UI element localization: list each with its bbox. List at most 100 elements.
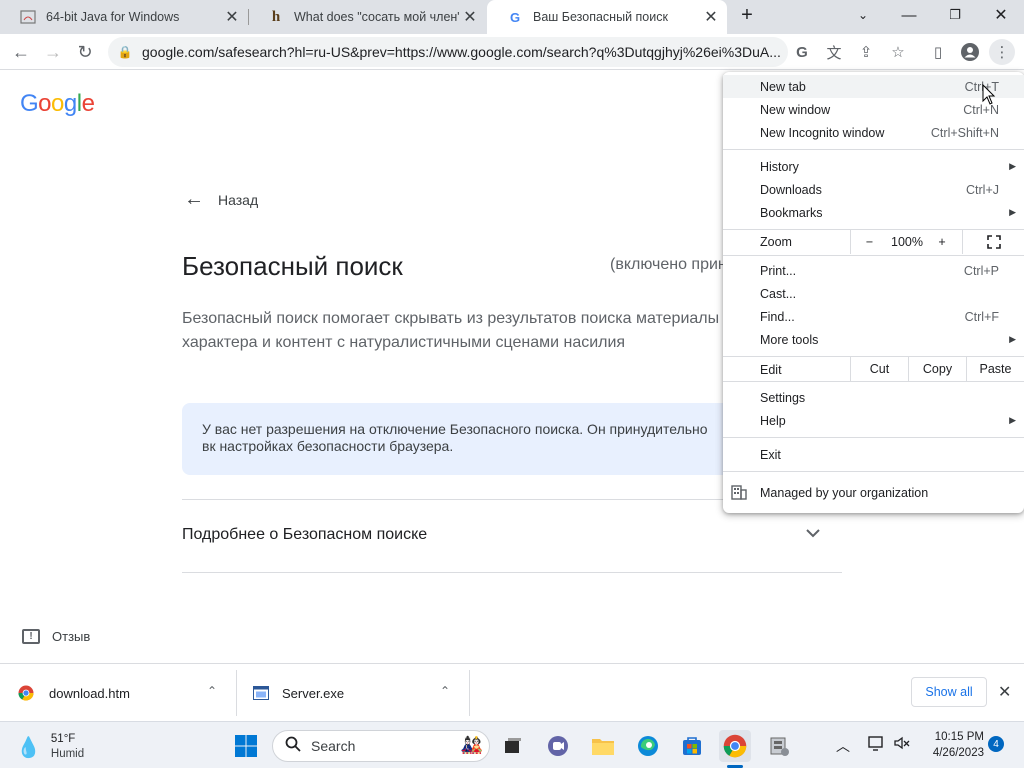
zoom-row: Zoom − 100% + bbox=[723, 230, 1024, 254]
show-all-button[interactable]: Show all bbox=[911, 677, 987, 707]
menu-item-cast[interactable]: Cast... bbox=[723, 282, 1024, 305]
menu-item-managed[interactable]: Managed by your organization bbox=[723, 481, 1024, 504]
submenu-arrow-icon: ▶ bbox=[1009, 334, 1016, 344]
download-divider bbox=[469, 670, 470, 716]
rain-drop-icon: 💧 bbox=[16, 736, 41, 759]
menu-label: Settings bbox=[760, 390, 806, 405]
menu-item-new-window[interactable]: New window Ctrl+N bbox=[723, 98, 1024, 121]
cut-label: Cut bbox=[869, 362, 890, 376]
teams-chat-icon[interactable] bbox=[542, 730, 574, 762]
task-view-icon[interactable] bbox=[497, 730, 529, 762]
kebab-menu-icon[interactable]: ⋮ bbox=[989, 39, 1015, 65]
zoom-value: 100% bbox=[891, 235, 923, 249]
menu-shortcut: Ctrl+Shift+N bbox=[930, 125, 999, 140]
close-tab-icon[interactable]: ✕ bbox=[460, 7, 480, 27]
address-bar[interactable]: 🔒 google.com/safesearch?hl=ru-US&prev=ht… bbox=[108, 37, 788, 67]
building-icon bbox=[731, 484, 747, 503]
arrow-left-icon: ← bbox=[184, 188, 204, 210]
fullscreen-button[interactable] bbox=[962, 230, 1024, 254]
menu-label: Print... bbox=[760, 263, 797, 278]
server-app-icon[interactable] bbox=[763, 730, 795, 762]
menu-item-find[interactable]: Find... Ctrl+F bbox=[723, 305, 1024, 328]
translate-icon[interactable]: 文 bbox=[821, 39, 847, 65]
chevron-up-icon[interactable]: ⌃ bbox=[440, 684, 450, 698]
feedback-link[interactable]: ! Отзыв bbox=[22, 629, 90, 644]
bookmark-star-icon[interactable]: ☆ bbox=[885, 39, 911, 65]
zoom-out-button[interactable]: − bbox=[850, 230, 888, 254]
menu-item-incognito[interactable]: New Incognito window Ctrl+Shift+N bbox=[723, 121, 1024, 144]
microsoft-store-icon[interactable] bbox=[676, 730, 708, 762]
zoom-label: Zoom bbox=[760, 235, 792, 249]
paste-button[interactable]: Paste bbox=[966, 357, 1024, 381]
menu-item-help[interactable]: Help ▶ bbox=[723, 409, 1024, 432]
menu-label: Bookmarks bbox=[760, 205, 823, 220]
tab-title: What does "сосать мой член" (s bbox=[294, 10, 460, 24]
share-icon[interactable]: ⇪ bbox=[853, 39, 879, 65]
taskbar-search[interactable]: Search 🎎 bbox=[272, 730, 490, 762]
tab-safesearch[interactable]: G Ваш Безопасный поиск ✕ bbox=[487, 0, 727, 34]
submenu-arrow-icon: ▶ bbox=[1009, 207, 1016, 217]
menu-item-history[interactable]: History ▶ bbox=[723, 155, 1024, 178]
tab-search-icon[interactable]: ⌄ bbox=[840, 0, 886, 30]
zoom-plus-label: + bbox=[938, 235, 946, 249]
learn-more-label[interactable]: Подробнее о Безопасном поиске bbox=[182, 526, 427, 544]
edge-browser-icon[interactable] bbox=[632, 730, 664, 762]
download-divider bbox=[236, 670, 237, 716]
chrome-taskbar-icon[interactable] bbox=[719, 730, 751, 762]
system-clock[interactable]: 10:15 PM 4/26/2023 bbox=[922, 729, 984, 761]
restore-icon[interactable]: ❐ bbox=[932, 0, 978, 30]
google-logo[interactable]: Google bbox=[20, 90, 95, 118]
menu-item-exit[interactable]: Exit bbox=[723, 443, 1024, 466]
side-panel-icon[interactable]: ▯ bbox=[925, 39, 951, 65]
window-close-icon[interactable]: ✕ bbox=[978, 0, 1024, 30]
menu-item-settings[interactable]: Settings bbox=[723, 386, 1024, 409]
submenu-arrow-icon: ▶ bbox=[1009, 415, 1016, 425]
menu-item-bookmarks[interactable]: Bookmarks ▶ bbox=[723, 201, 1024, 224]
close-download-bar-icon[interactable]: ✕ bbox=[998, 682, 1011, 702]
edit-row: Edit Cut Copy Paste bbox=[723, 357, 1024, 381]
chevron-up-icon[interactable]: ⌃ bbox=[207, 684, 217, 698]
download-filename: download.htm bbox=[49, 685, 130, 701]
forward-arrow-icon[interactable]: → bbox=[38, 37, 68, 67]
download-item[interactable]: Server.exe ⌃ bbox=[253, 664, 463, 722]
fullscreen-icon bbox=[986, 235, 1001, 249]
back-link[interactable]: ← Назад bbox=[184, 188, 258, 211]
weather-widget[interactable]: 💧 51°F Humid bbox=[16, 732, 84, 762]
google-lens-icon[interactable]: G bbox=[789, 39, 815, 65]
paste-label: Paste bbox=[979, 362, 1012, 376]
back-arrow-icon[interactable]: ← bbox=[6, 37, 36, 67]
chevron-down-icon[interactable] bbox=[806, 525, 820, 541]
tab-what-does[interactable]: h What does "сосать мой член" (s ✕ bbox=[248, 0, 486, 34]
menu-separator bbox=[723, 471, 1024, 472]
zoom-in-button[interactable]: + bbox=[926, 230, 958, 254]
windows-start-icon[interactable] bbox=[230, 730, 262, 762]
volume-muted-icon[interactable] bbox=[893, 734, 911, 757]
profile-icon[interactable] bbox=[957, 39, 983, 65]
menu-shortcut: Ctrl+J bbox=[966, 182, 999, 197]
mouse-cursor-icon bbox=[982, 83, 996, 111]
download-item[interactable]: download.htm ⌃ bbox=[18, 664, 228, 722]
close-tab-icon[interactable]: ✕ bbox=[701, 7, 721, 27]
menu-item-more-tools[interactable]: More tools ▶ bbox=[723, 328, 1024, 351]
copy-button[interactable]: Copy bbox=[908, 357, 966, 381]
notification-badge[interactable]: 4 bbox=[988, 736, 1004, 752]
menu-item-new-tab[interactable]: New tab Ctrl+T bbox=[723, 75, 1024, 98]
tray-overflow-chevron-icon[interactable]: ︿ bbox=[836, 736, 850, 756]
minimize-icon[interactable]: — bbox=[886, 0, 932, 30]
copy-label: Copy bbox=[922, 362, 953, 376]
lock-icon[interactable]: 🔒 bbox=[108, 45, 142, 59]
new-tab-icon[interactable]: + bbox=[732, 0, 762, 30]
file-explorer-icon[interactable] bbox=[587, 730, 619, 762]
page-title: Безопасный поиск bbox=[182, 251, 403, 281]
reload-icon[interactable]: ↻ bbox=[70, 37, 100, 67]
menu-item-downloads[interactable]: Downloads Ctrl+J bbox=[723, 178, 1024, 201]
tab-java[interactable]: 64-bit Java for Windows ✕ bbox=[0, 0, 248, 34]
menu-label: Cast... bbox=[760, 286, 797, 301]
network-icon[interactable] bbox=[867, 734, 885, 757]
menu-item-print[interactable]: Print... Ctrl+P bbox=[723, 259, 1024, 282]
submenu-arrow-icon: ▶ bbox=[1009, 161, 1016, 171]
menu-label: New window bbox=[760, 102, 831, 117]
close-tab-icon[interactable]: ✕ bbox=[222, 7, 242, 27]
cut-button[interactable]: Cut bbox=[850, 357, 908, 381]
chrome-main-menu: New tab Ctrl+T New window Ctrl+N New Inc… bbox=[723, 72, 1024, 513]
